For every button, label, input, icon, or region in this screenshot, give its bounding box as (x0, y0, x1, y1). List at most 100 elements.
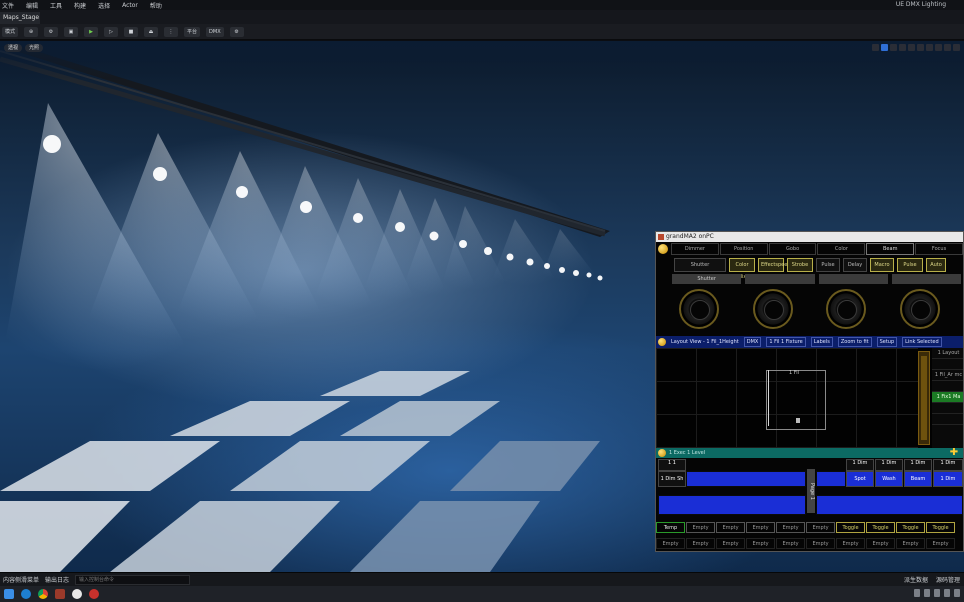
tray-icon-4[interactable] (944, 589, 950, 597)
camera-speed-icon[interactable] (944, 44, 951, 51)
tray-icon-1[interactable] (914, 589, 920, 597)
viewport-menu-button[interactable]: 透视 (4, 44, 23, 52)
world-icon[interactable] (908, 44, 915, 51)
tab-gobo[interactable]: Gobo (768, 243, 817, 255)
attr-pulse-rndm[interactable]: Pulse Rndm (897, 258, 923, 280)
layout-zoom-button[interactable]: Zoom to fit (837, 337, 872, 347)
side-item-1[interactable]: 1 Layout (932, 348, 963, 359)
exec-btn2-3[interactable]: Empty (716, 538, 745, 549)
layout-ball-icon[interactable] (658, 338, 666, 346)
exec-btn-8[interactable]: Toggle (866, 522, 895, 533)
cinematics-icon[interactable]: ▣ (64, 26, 79, 37)
encoder-knob-1[interactable] (678, 289, 719, 329)
exec-bank-mid[interactable] (816, 471, 846, 487)
output-log-button[interactable]: 输出日志 (45, 575, 69, 584)
source-control-button[interactable]: 源码管理 (936, 575, 960, 584)
add-plus-icon[interactable]: ✚ (949, 448, 959, 458)
mode-button[interactable]: 模式 (2, 26, 19, 37)
exec-btn2-10[interactable]: Empty (926, 538, 955, 549)
layout-scrollbar[interactable] (918, 351, 930, 445)
layout-dmx-button[interactable]: DMX (743, 337, 762, 347)
exec-bank-left-bottom[interactable] (658, 495, 806, 515)
exec-btn-10[interactable]: Toggle (926, 522, 955, 533)
snap-icon[interactable] (917, 44, 924, 51)
tab-beam[interactable]: Beam (866, 243, 915, 255)
attr-delay[interactable]: Delay (843, 258, 867, 272)
add-actor-icon[interactable]: ⊕ (24, 26, 39, 37)
eject-icon[interactable]: ⏏ (144, 26, 159, 37)
attr-strobe[interactable]: Strobe (787, 258, 813, 272)
exec-dim[interactable]: 1 Dim (933, 471, 963, 487)
stop-icon[interactable]: ■ (124, 26, 139, 37)
exec-btn-3[interactable]: Empty (716, 522, 745, 533)
menu-select[interactable]: 选择 (98, 1, 110, 10)
tray-icon-2[interactable] (924, 589, 930, 597)
maximize-icon[interactable] (953, 44, 960, 51)
exec-btn2-4[interactable]: Empty (746, 538, 775, 549)
content-drawer-button[interactable]: 内容侧滑菜单 (3, 575, 39, 584)
play-icon[interactable]: ▶ (84, 26, 99, 37)
side-item-7[interactable] (932, 414, 963, 425)
tab-focus[interactable]: Focus (915, 243, 963, 255)
attr-pulse[interactable]: Pulse (816, 258, 840, 272)
rotate-icon[interactable] (890, 44, 897, 51)
exec-btn2-2[interactable]: Empty (686, 538, 715, 549)
attr-colormix[interactable]: Color Mix (729, 258, 755, 280)
feature-ball-icon[interactable] (658, 244, 668, 254)
exec-btn-5[interactable]: Empty (776, 522, 805, 533)
scale-icon[interactable] (899, 44, 906, 51)
side-item-2[interactable] (932, 359, 963, 370)
exec-btn2-8[interactable]: Empty (866, 538, 895, 549)
exec-beam[interactable]: Beam (904, 471, 932, 487)
exec-btn2-6[interactable]: Empty (806, 538, 835, 549)
platform-button[interactable]: 平台 (184, 26, 201, 37)
exec-btn-7[interactable]: Toggle (836, 522, 865, 533)
more-icon[interactable]: ⋮ (164, 26, 179, 37)
level-tab[interactable]: Maps_Stage (0, 12, 40, 24)
derived-data-button[interactable]: 派生数据 (904, 575, 928, 584)
layout-labels-button[interactable]: Labels (810, 337, 833, 347)
encoder-knob-4[interactable] (900, 289, 941, 329)
attr-auto[interactable]: Auto (926, 258, 946, 272)
exec-btn-9[interactable]: Toggle (896, 522, 925, 533)
viewport-lit-button[interactable]: 光照 (25, 44, 44, 52)
dmx-button[interactable]: DMX (206, 26, 224, 37)
exec-spot[interactable]: Spot (846, 471, 874, 487)
windows-start-icon[interactable] (4, 589, 14, 599)
tab-color[interactable]: Color (817, 243, 866, 255)
menu-tools[interactable]: 工具 (50, 1, 62, 10)
exec-btn2-1[interactable]: Empty (656, 538, 685, 549)
exec-btn-2[interactable]: Empty (686, 522, 715, 533)
tab-dimmer[interactable]: Dimmer (671, 243, 719, 255)
menu-file[interactable]: 文件 (2, 1, 14, 10)
layout-link-button[interactable]: Link Selected (902, 337, 942, 347)
attr-macro[interactable]: Macro (870, 258, 894, 272)
exec-btn2-5[interactable]: Empty (776, 538, 805, 549)
side-item-6[interactable] (932, 403, 963, 414)
console-input[interactable]: 输入控制台命令 (75, 574, 191, 585)
exec-btn-1[interactable]: Temp (656, 522, 685, 533)
tab-position[interactable]: Position (719, 243, 768, 255)
edge-icon[interactable] (21, 589, 31, 599)
layout-fixture-button[interactable]: 1 Fil 1 Fixture (766, 337, 806, 347)
encoder-knob-3[interactable] (826, 289, 867, 329)
layout-view[interactable]: 1 Fil 1 Layout 1 Fil_Ar mc 1 Fix1 Ma (656, 348, 963, 448)
unreal-icon[interactable] (72, 589, 82, 599)
side-item-5[interactable]: 1 Fix1 Ma (932, 392, 963, 403)
menu-build[interactable]: 构建 (74, 1, 86, 10)
exec-btn2-9[interactable]: Empty (896, 538, 925, 549)
exec-bank-right-bottom[interactable] (816, 495, 963, 515)
select-icon[interactable] (872, 44, 879, 51)
layout-setup-button[interactable]: Setup (876, 337, 898, 347)
settings-icon[interactable]: ⚙ (229, 26, 244, 37)
side-item-3[interactable]: 1 Fil_Ar mc (932, 370, 963, 381)
exec-btn-6[interactable]: Empty (806, 522, 835, 533)
attr-shutter[interactable]: Shutter (674, 258, 726, 272)
angle-icon[interactable] (935, 44, 942, 51)
grandma-taskbar-icon[interactable] (55, 589, 65, 599)
menu-edit[interactable]: 编辑 (26, 1, 38, 10)
exec-bank-left-top[interactable] (686, 471, 806, 487)
chrome-icon[interactable] (38, 589, 48, 599)
exec-wash[interactable]: Wash (875, 471, 903, 487)
blueprint-icon[interactable]: ⚙ (44, 26, 59, 37)
